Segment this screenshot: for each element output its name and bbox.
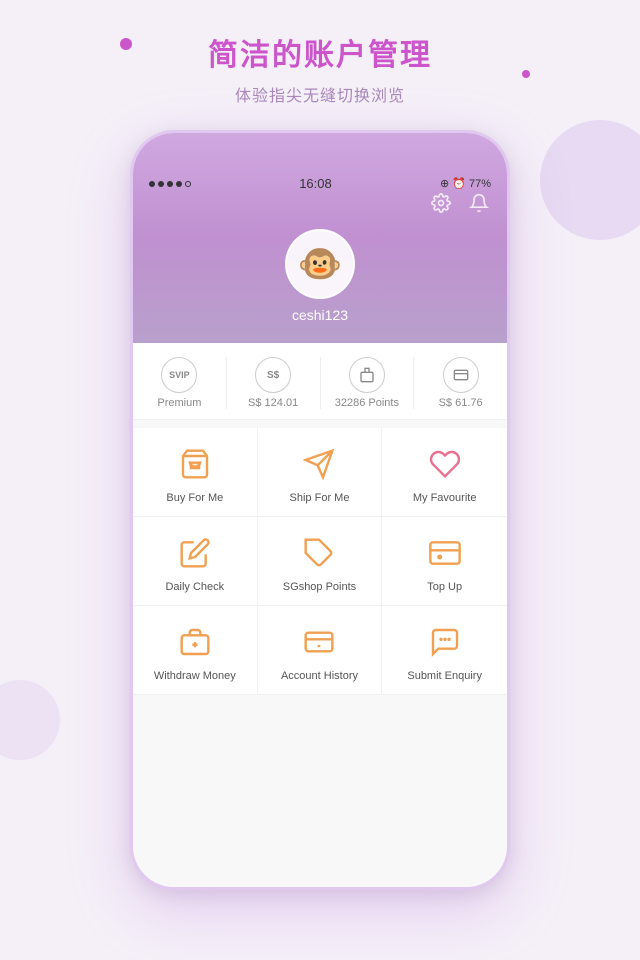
bg-circle-1 — [540, 120, 640, 240]
status-time: 16:08 — [299, 176, 332, 191]
bg-circle-2 — [0, 680, 60, 760]
balance-icon: S$ — [255, 357, 291, 393]
account-history-icon — [299, 622, 339, 662]
voucher-label: S$ 61.76 — [439, 397, 483, 409]
submit-enquiry-item[interactable]: Submit Enquiry — [382, 606, 507, 695]
signal-dot-4 — [176, 181, 182, 187]
daily-check-label: Daily Check — [165, 581, 224, 593]
points-icon — [349, 357, 385, 393]
sgshop-points-item[interactable]: SGshop Points — [258, 517, 383, 606]
page-subtitle: 体验指尖无缝切换浏览 — [0, 82, 640, 106]
top-up-icon — [425, 533, 465, 573]
ship-for-me-icon — [299, 444, 339, 484]
premium-icon: SVIP — [161, 357, 197, 393]
signal-dots — [149, 181, 191, 187]
signal-dot-2 — [158, 181, 164, 187]
points-label: 32286 Points — [335, 397, 399, 409]
stat-voucher[interactable]: S$ 61.76 — [414, 357, 507, 409]
stats-row: SVIP Premium S$ S$ 124.01 — [133, 343, 507, 420]
my-favourite-label: My Favourite — [413, 492, 477, 504]
content-area: SVIP Premium S$ S$ 124.01 — [133, 343, 507, 887]
top-up-item[interactable]: Top Up — [382, 517, 507, 606]
avatar[interactable]: 🐵 — [285, 229, 355, 299]
submit-enquiry-icon — [425, 622, 465, 662]
buy-for-me-icon — [175, 444, 215, 484]
my-favourite-icon — [425, 444, 465, 484]
dot-decoration-right — [522, 70, 530, 78]
daily-check-icon — [175, 533, 215, 573]
premium-label: Premium — [157, 397, 201, 409]
sgshop-points-label: SGshop Points — [283, 581, 356, 593]
top-text-section: 简洁的账户管理 体验指尖无缝切换浏览 — [0, 0, 640, 106]
profile-header: 🐵 ceshi123 — [133, 133, 507, 343]
sgshop-points-icon — [299, 533, 339, 573]
status-right: ⊕ ⏰ 77% — [440, 177, 491, 190]
withdraw-money-item[interactable]: Withdraw Money — [133, 606, 258, 695]
submit-enquiry-label: Submit Enquiry — [407, 670, 482, 682]
top-up-label: Top Up — [427, 581, 462, 593]
withdraw-money-label: Withdraw Money — [154, 670, 236, 682]
stat-premium[interactable]: SVIP Premium — [133, 357, 227, 409]
account-history-item[interactable]: Account History — [258, 606, 383, 695]
phone-frame: 16:08 ⊕ ⏰ 77% — [130, 130, 510, 890]
account-history-label: Account History — [281, 670, 358, 682]
signal-dot-5 — [185, 181, 191, 187]
my-favourite-item[interactable]: My Favourite — [382, 428, 507, 517]
balance-label: S$ 124.01 — [248, 397, 298, 409]
page-title: 简洁的账户管理 — [0, 30, 640, 74]
stat-balance[interactable]: S$ S$ 124.01 — [227, 357, 321, 409]
ship-for-me-item[interactable]: Ship For Me — [258, 428, 383, 517]
status-icons: ⊕ ⏰ 77% — [440, 177, 491, 190]
username: ceshi123 — [292, 307, 348, 323]
daily-check-item[interactable]: Daily Check — [133, 517, 258, 606]
ship-for-me-label: Ship For Me — [290, 492, 350, 504]
signal-dot-1 — [149, 181, 155, 187]
menu-grid: Buy For Me Ship For Me — [133, 428, 507, 695]
status-bar: 16:08 ⊕ ⏰ 77% — [133, 168, 507, 195]
dot-decoration-left — [120, 38, 132, 50]
buy-for-me-label: Buy For Me — [166, 492, 223, 504]
signal-dot-3 — [167, 181, 173, 187]
buy-for-me-item[interactable]: Buy For Me — [133, 428, 258, 517]
stat-points[interactable]: 32286 Points — [321, 357, 415, 409]
voucher-icon — [443, 357, 479, 393]
phone-mockup: 16:08 ⊕ ⏰ 77% — [130, 130, 510, 890]
withdraw-money-icon — [175, 622, 215, 662]
